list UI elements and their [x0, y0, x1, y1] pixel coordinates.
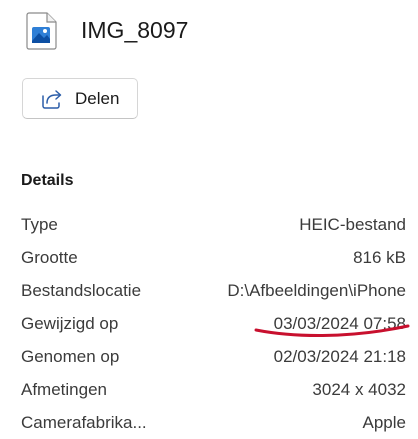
detail-row-location: Bestandslocatie D:\Afbeeldingen\iPhone	[21, 274, 406, 307]
detail-label: Genomen op	[21, 347, 120, 366]
image-file-icon	[26, 12, 57, 50]
details-list: Type HEIC-bestand Grootte 816 kB Bestand…	[21, 208, 406, 439]
detail-value[interactable]: D:\Afbeeldingen\iPhone	[227, 274, 406, 307]
detail-label: Gewijzigd op	[21, 314, 119, 333]
detail-label: Camerafabrika...	[21, 413, 147, 432]
detail-row-taken: Genomen op 02/03/2024 21:18	[21, 340, 406, 373]
share-button-label: Delen	[75, 88, 120, 108]
details-heading: Details	[21, 172, 74, 189]
share-button[interactable]: Delen	[22, 78, 138, 119]
share-icon	[42, 89, 62, 109]
file-details-panel: IMG_8097 Delen Details Type HEIC-bestand…	[0, 0, 418, 439]
detail-label: Afmetingen	[21, 380, 107, 399]
detail-row-modified: Gewijzigd op 03/03/2024 07:58	[21, 307, 406, 340]
detail-value: HEIC-bestand	[299, 215, 406, 234]
detail-label: Bestandslocatie	[21, 281, 142, 300]
file-header	[26, 12, 58, 50]
detail-value: 816 kB	[353, 248, 406, 267]
detail-row-camera-maker: Camerafabrika... Apple	[21, 406, 406, 439]
detail-row-type: Type HEIC-bestand	[21, 208, 406, 241]
detail-row-size: Grootte 816 kB	[21, 241, 406, 274]
detail-label: Grootte	[21, 248, 78, 267]
detail-row-dimensions: Afmetingen 3024 x 4032	[21, 373, 406, 406]
detail-value: 03/03/2024 07:58	[273, 314, 406, 333]
detail-value: 3024 x 4032	[312, 380, 406, 399]
detail-value: 02/03/2024 21:18	[273, 347, 406, 366]
file-name: IMG_8097	[81, 17, 189, 43]
detail-value: Apple	[362, 413, 406, 432]
detail-label: Type	[21, 215, 58, 234]
